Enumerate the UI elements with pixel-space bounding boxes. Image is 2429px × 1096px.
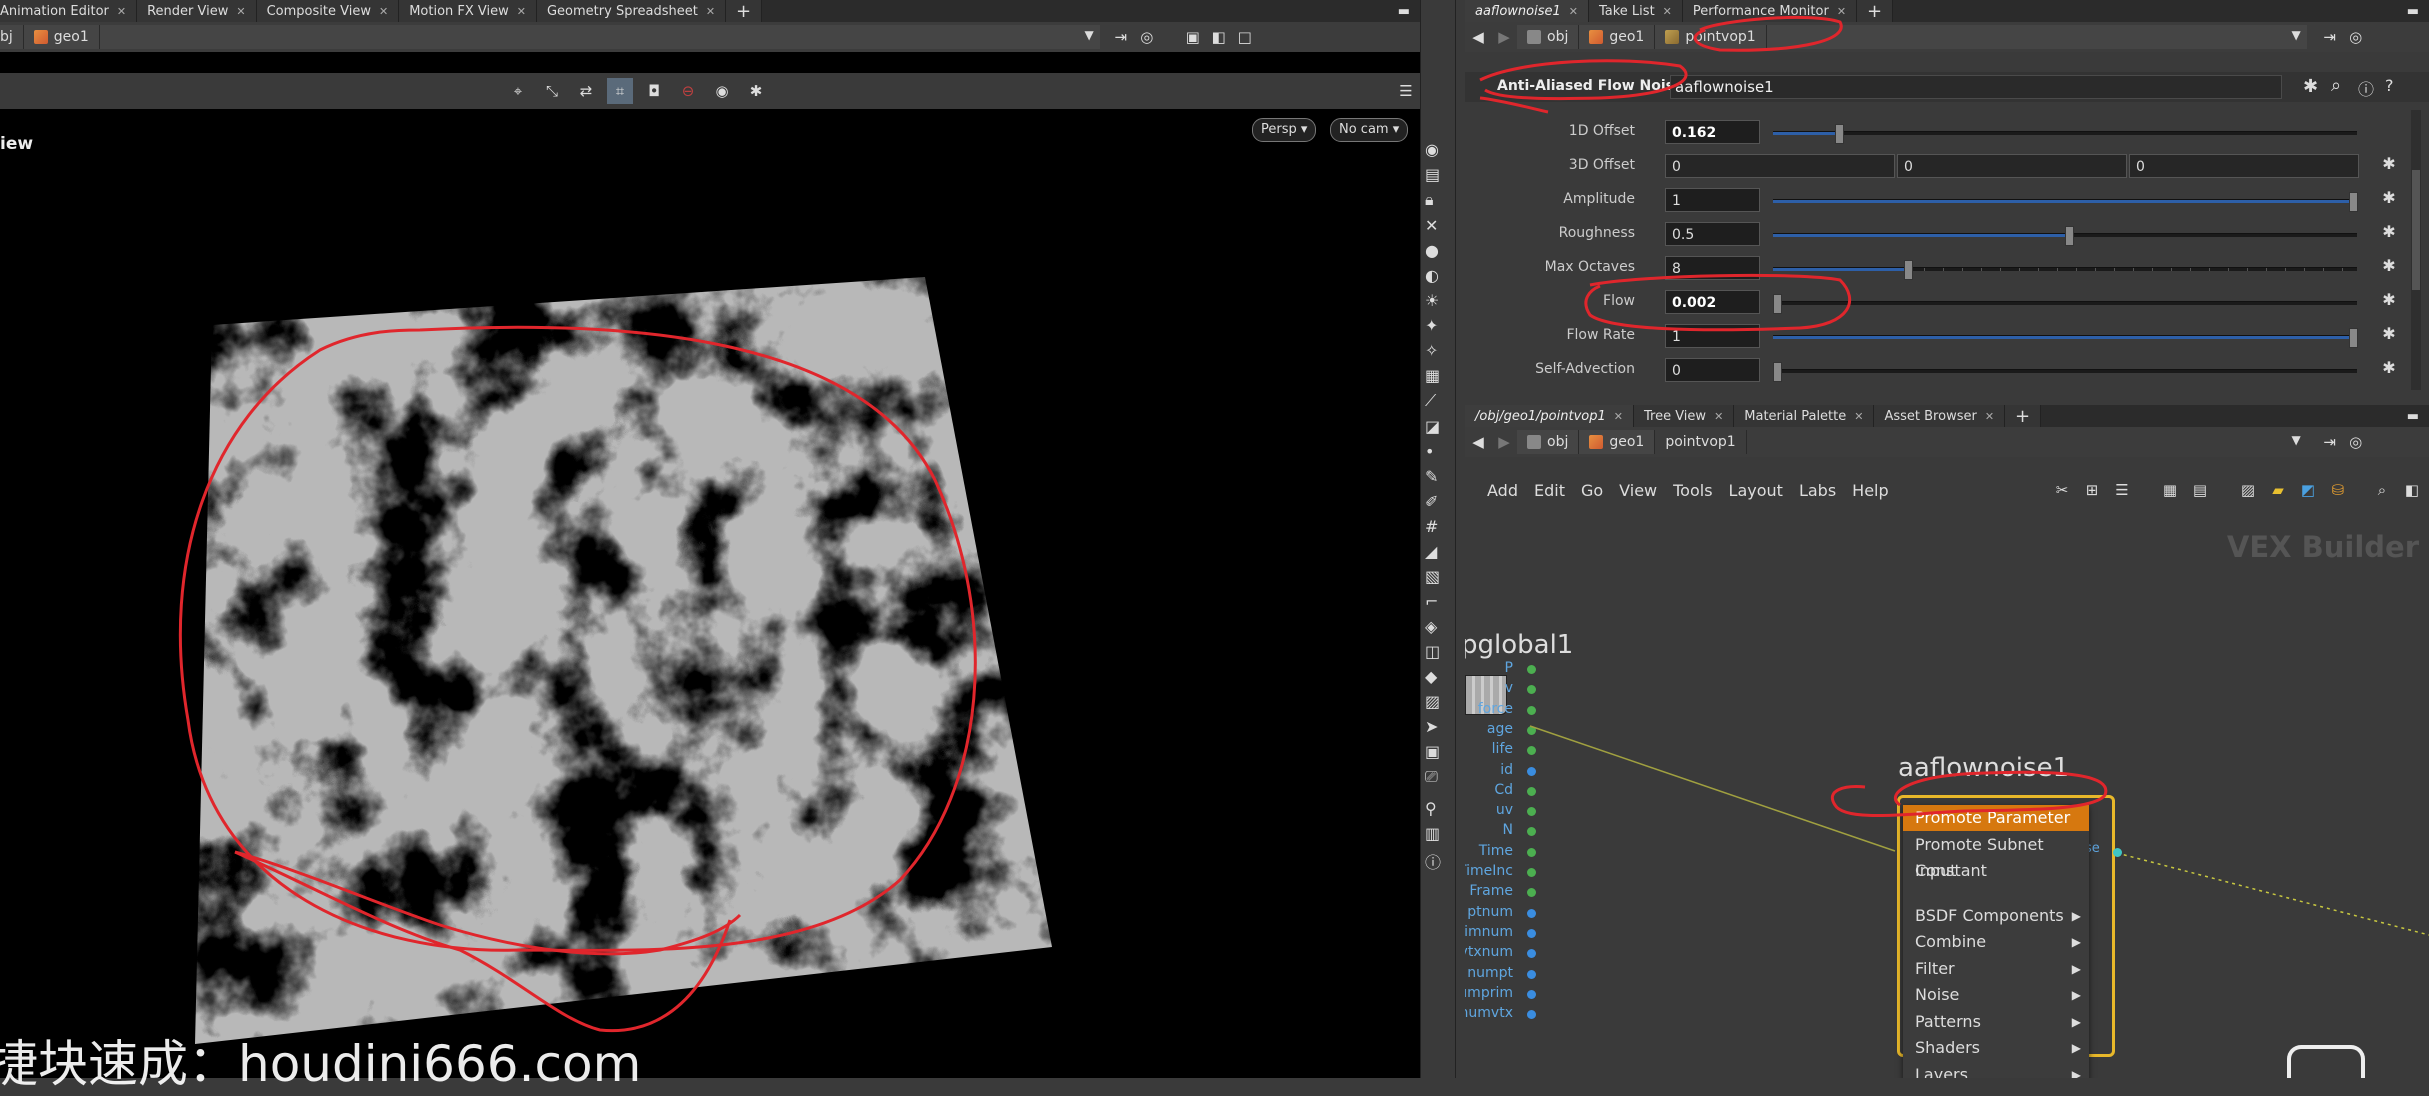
parm-annotations — [1479, 15, 1851, 332]
